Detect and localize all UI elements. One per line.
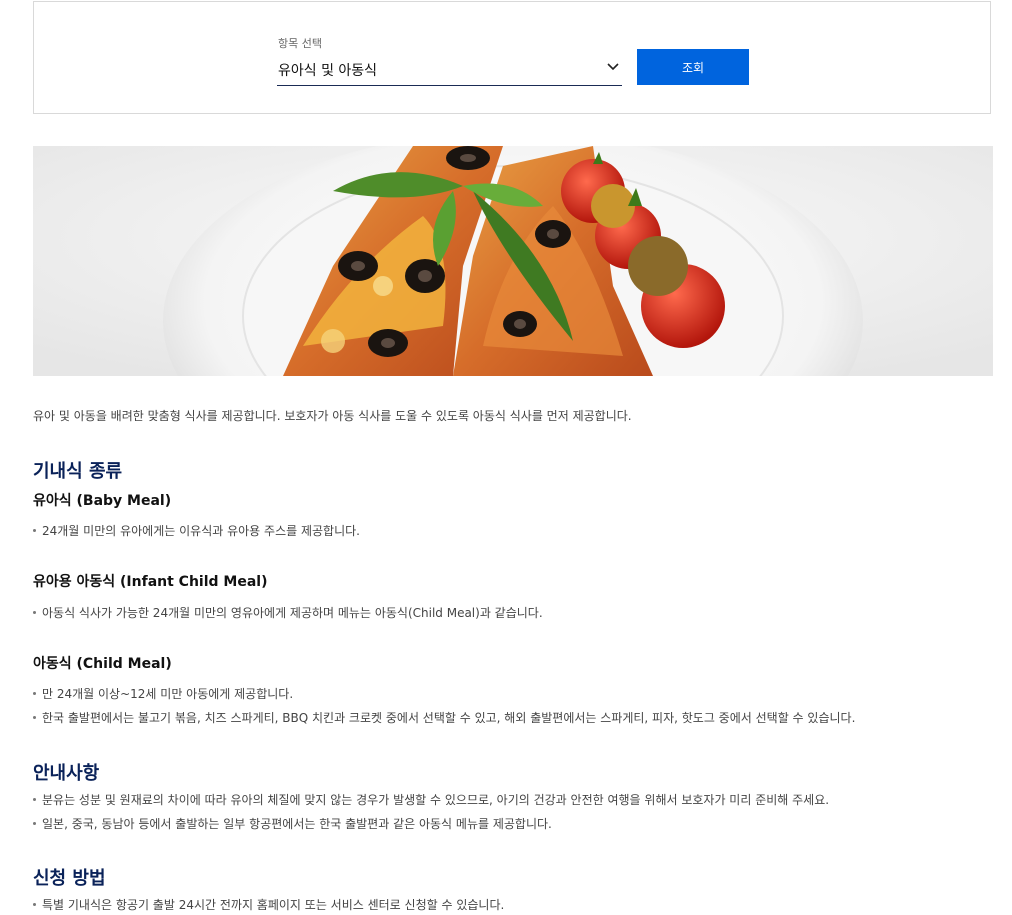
meal-photo	[33, 146, 993, 376]
section-title-meal-types: 기내식 종류	[33, 461, 123, 482]
meal-type-dropdown[interactable]: 유아식 및 아동식	[277, 52, 622, 86]
bullet-icon	[33, 903, 36, 906]
list-item: 만 24개월 이상~12세 미만 아동에게 제공합니다.	[33, 685, 293, 702]
section-title-notice: 안내사항	[33, 763, 100, 784]
list-item: 일본, 중국, 동남아 등에서 출발하는 일부 항공편에서는 한국 출발편과 같…	[33, 815, 552, 832]
intro-text: 유아 및 아동을 배려한 맞춤형 식사를 제공합니다. 보호자가 아동 식사를 …	[33, 409, 632, 423]
baby-meal-title: 유아식 (Baby Meal)	[33, 493, 172, 509]
list-item: 특별 기내식은 항공기 출발 24시간 전까지 홈페이지 또는 서비스 센터로 …	[33, 896, 504, 913]
search-button[interactable]: 조회	[637, 49, 749, 85]
meal-selector-panel: 항목 선택 유아식 및 아동식 조회	[33, 1, 991, 114]
list-item: 아동식 식사가 가능한 24개월 미만의 영유아에게 제공하며 메뉴는 아동식(…	[33, 604, 543, 621]
bullet-icon	[33, 611, 36, 614]
page: 항목 선택 유아식 및 아동식 조회 유아 및 아동을 배려한 맞춤형 식사를 …	[0, 0, 1012, 915]
dropdown-selected-value: 유아식 및 아동식	[278, 63, 378, 79]
bullet-icon	[33, 798, 36, 801]
section-title-apply: 신청 방법	[33, 868, 106, 889]
list-item: 24개월 미만의 유아에게는 이유식과 유아용 주스를 제공합니다.	[33, 522, 360, 539]
pizza-illustration	[33, 146, 993, 376]
list-item: 한국 출발편에서는 불고기 볶음, 치즈 스파게티, BBQ 치킨과 크로켓 중…	[33, 709, 855, 726]
chevron-down-icon	[607, 63, 619, 71]
child-meal-title: 아동식 (Child Meal)	[33, 656, 172, 672]
bullet-icon	[33, 822, 36, 825]
list-item: 분유는 성분 및 원재료의 차이에 따라 유아의 체질에 맞지 않는 경우가 발…	[33, 791, 829, 808]
bullet-icon	[33, 716, 36, 719]
selector-label: 항목 선택	[278, 37, 322, 50]
infant-child-meal-title: 유아용 아동식 (Infant Child Meal)	[33, 574, 268, 590]
bullet-icon	[33, 692, 36, 695]
bullet-icon	[33, 529, 36, 532]
